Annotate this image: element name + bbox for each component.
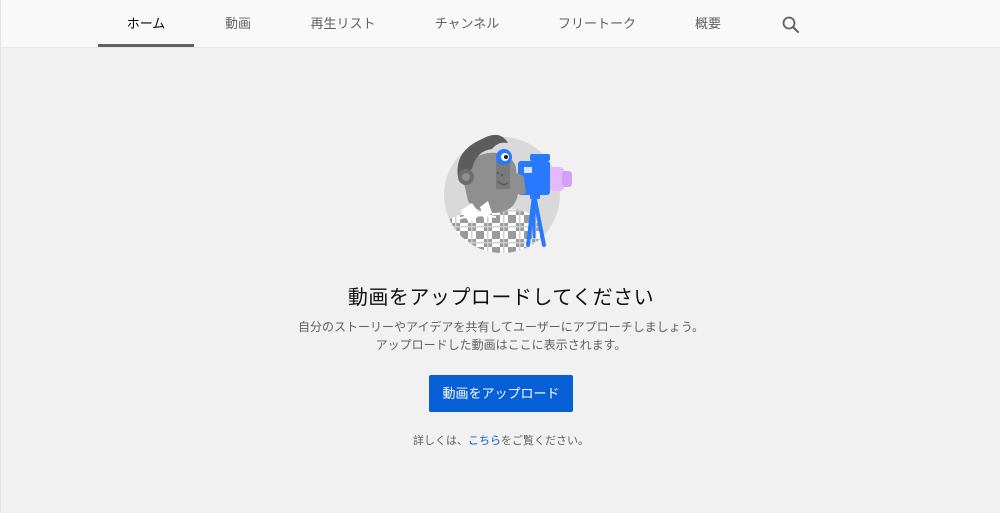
empty-state-title: 動画をアップロードしてください <box>347 285 655 309</box>
empty-state-description-line2: アップロードした動画はここに表示されます。 <box>375 338 627 352</box>
upload-video-button[interactable]: 動画をアップロード <box>429 375 573 412</box>
channel-page: ホーム 動画 再生リスト チャンネル フリートーク 概要 動画をアップロードして… <box>0 0 1000 513</box>
learn-more-text: 詳しくは、こちらをご覧ください。 <box>1 432 1000 448</box>
tab-community-label: フリートーク <box>557 17 636 32</box>
tab-videos-label: 動画 <box>224 17 251 32</box>
tab-videos[interactable]: 動画 <box>202 0 274 47</box>
tab-community[interactable]: フリートーク <box>541 0 653 47</box>
tab-about[interactable]: 概要 <box>677 0 739 47</box>
channel-search-button[interactable] <box>773 11 809 39</box>
empty-state-description-line1: 自分のストーリーやアイデアを共有してユーザーにアプローチしましょう。 <box>297 320 705 334</box>
learn-more-link[interactable]: こちら <box>468 434 501 447</box>
tab-channels[interactable]: チャンネル <box>414 0 520 47</box>
tab-about-label: 概要 <box>694 17 721 32</box>
tab-home-label: ホーム <box>126 17 166 32</box>
tab-playlists-label: 再生リスト <box>310 17 376 32</box>
videographer-illustration <box>436 127 586 263</box>
tab-home[interactable]: ホーム <box>98 0 194 47</box>
learn-more-prefix: 詳しくは、 <box>413 434 468 447</box>
tab-channels-label: チャンネル <box>434 17 500 32</box>
channel-tab-bar: ホーム 動画 再生リスト チャンネル フリートーク 概要 <box>1 0 1000 48</box>
search-icon <box>782 16 799 33</box>
learn-more-suffix: をご覧ください。 <box>501 434 589 447</box>
tab-playlists[interactable]: 再生リスト <box>293 0 393 47</box>
